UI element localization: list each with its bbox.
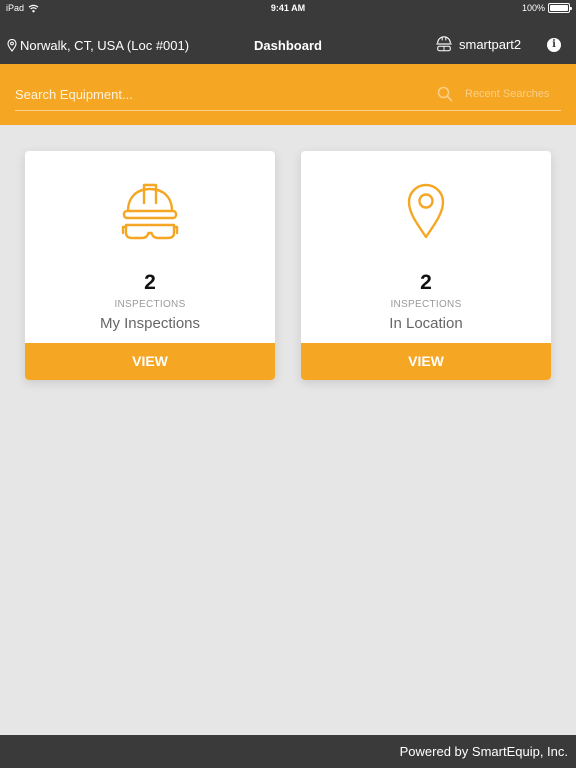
location-pin-icon [407,183,445,239]
status-bar: iPad 9:41 AM 100% [0,0,576,18]
search-input[interactable] [15,83,425,105]
battery-fill [550,5,568,11]
inspection-count: 2 [420,271,432,294]
inspection-count: 2 [144,271,156,294]
card-subtitle: INSPECTIONS [114,299,186,310]
card-icon-container [301,181,551,245]
card-title: My Inspections [99,315,201,332]
search-underline [15,110,561,111]
info-icon: i [552,39,556,50]
username-label: smartpart2 [459,36,522,52]
my-inspections-card: 2 INSPECTIONS My Inspections VIEW [25,151,275,380]
location-pin-icon [7,39,17,52]
hard-hat-goggles-icon [121,183,179,240]
info-button[interactable]: i [547,38,561,52]
battery-icon [548,3,572,13]
location-label: Norwalk, CT, USA (Loc #001) [20,38,190,53]
search-icon[interactable] [437,86,453,102]
footer-text: Powered by SmartEquip, Inc. [399,744,568,759]
card-subtitle: INSPECTIONS [390,299,462,310]
view-in-location-button[interactable]: VIEW [301,343,551,380]
nav-bar: Norwalk, CT, USA (Loc #001) Dashboard sm… [0,18,576,64]
footer: Powered by SmartEquip, Inc. [0,735,576,768]
battery-percent: 100% [521,3,545,13]
hard-hat-goggles-icon [436,36,452,52]
location-selector[interactable]: Norwalk, CT, USA (Loc #001) [7,38,189,53]
in-location-card: 2 INSPECTIONS In Location VIEW [301,151,551,380]
recent-searches-link[interactable]: Recent Searches [465,88,549,100]
card-icon-container [25,181,275,245]
search-bar: Recent Searches [0,64,576,125]
user-profile-button[interactable]: smartpart2 [435,35,521,53]
status-time: 9:41 AM [270,3,306,13]
card-title: In Location [389,315,463,332]
view-my-inspections-button[interactable]: VIEW [25,343,275,380]
status-right: 100% [521,3,572,13]
